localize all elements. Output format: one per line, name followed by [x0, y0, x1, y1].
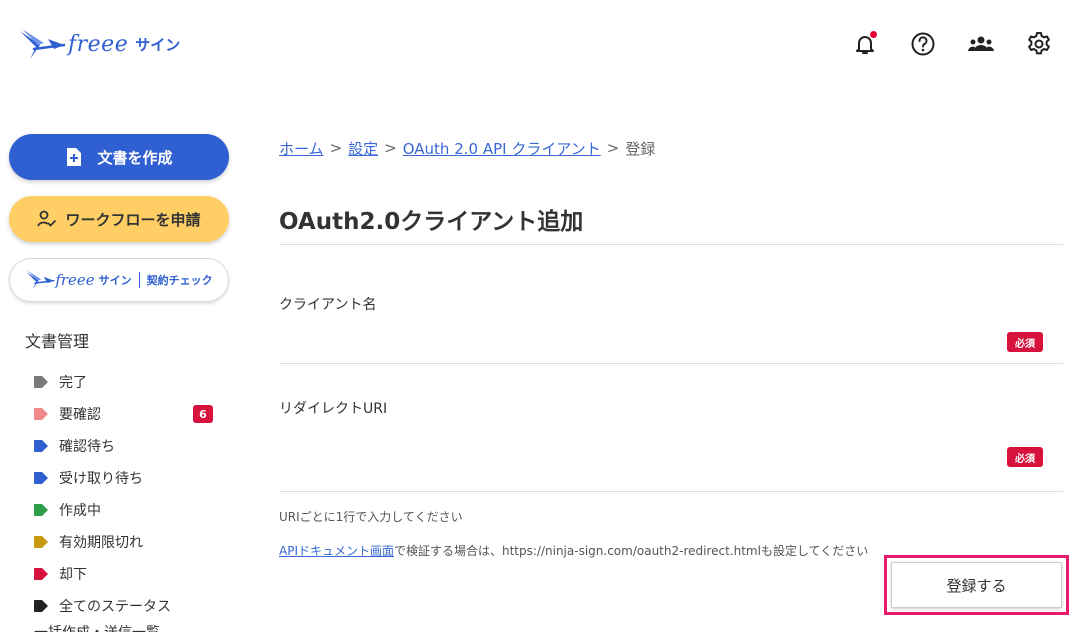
status-item-awaiting-receipt[interactable]: 受け取り待ち	[33, 462, 213, 494]
client-name-row: クライアント名 必須	[279, 245, 1063, 364]
sidebar: 文書を作成 ワークフローを申請 freee サイン 契約チェック 文書管理 完了…	[9, 134, 229, 622]
divider	[138, 272, 140, 288]
status-label: 有効期限切れ	[59, 535, 143, 551]
status-item-needs-review[interactable]: 要確認 6	[33, 398, 213, 430]
page-title: OAuth2.0クライアント追加	[279, 202, 1063, 245]
status-label: 却下	[59, 567, 87, 583]
workflow-request-label: ワークフローを申請	[65, 210, 201, 229]
status-label: 受け取り待ち	[59, 471, 143, 487]
tag-icon	[34, 440, 48, 452]
gear-icon	[1028, 32, 1050, 55]
users-button[interactable]	[963, 26, 999, 62]
api-doc-link[interactable]: APIドキュメント画面	[279, 544, 394, 558]
contract-check-logo-text: freee	[55, 271, 95, 289]
uri-input-note: URIごとに1行で入力してください	[279, 510, 463, 524]
tag-icon	[34, 536, 48, 548]
create-document-label: 文書を作成	[97, 148, 173, 167]
client-name-label: クライアント名	[279, 297, 377, 313]
status-label: 要確認	[59, 407, 101, 423]
status-item-expired[interactable]: 有効期限切れ	[33, 526, 213, 558]
breadcrumb: ホーム > 設定 > OAuth 2.0 API クライアント > 登録	[279, 134, 1063, 162]
document-management-heading: 文書管理	[25, 332, 90, 351]
help-button[interactable]	[905, 26, 941, 62]
notification-dot	[870, 31, 877, 38]
status-list: 完了 要確認 6 確認待ち 受け取り待ち 作成中 有効期限切れ 却下 全てのステ…	[33, 366, 229, 622]
logo-text: freee	[68, 31, 129, 57]
breadcrumb-oauth-link[interactable]: OAuth 2.0 API クライアント	[403, 138, 601, 159]
count-badge: 6	[193, 405, 213, 423]
redirect-uri-row: リダイレクトURI 必須	[279, 364, 1063, 492]
tag-icon	[34, 504, 48, 516]
document-plus-icon	[67, 148, 82, 166]
workflow-request-button[interactable]: ワークフローを申請	[9, 196, 229, 242]
breadcrumb-separator: >	[606, 139, 620, 157]
status-item-drafting[interactable]: 作成中	[33, 494, 213, 526]
settings-button[interactable]	[1021, 26, 1057, 62]
status-label: 全てのステータス	[59, 599, 171, 615]
breadcrumb-settings-link[interactable]: 設定	[348, 138, 378, 159]
breadcrumb-separator: >	[329, 139, 343, 157]
logo-sub: サイン	[135, 35, 181, 54]
notification-button[interactable]	[847, 26, 883, 62]
status-item-awaiting-confirmation[interactable]: 確認待ち	[33, 430, 213, 462]
bird-logo-icon	[26, 270, 55, 290]
tag-icon	[34, 600, 48, 612]
tag-icon	[34, 568, 48, 580]
help-icon	[911, 32, 935, 56]
status-label: 作成中	[59, 503, 101, 519]
status-item-all[interactable]: 全てのステータス	[33, 590, 213, 622]
api-doc-note-text: で検証する場合は、https://ninja-sign.com/oauth2-r…	[394, 544, 869, 558]
required-badge: 必須	[1007, 332, 1043, 352]
user-check-icon	[37, 210, 57, 227]
tag-icon	[34, 472, 48, 484]
freee-sign-logo[interactable]: freee サイン	[18, 24, 180, 64]
register-button[interactable]: 登録する	[891, 562, 1062, 608]
redirect-uri-label: リダイレクトURI	[279, 401, 388, 417]
create-document-button[interactable]: 文書を作成	[9, 134, 229, 180]
required-badge: 必須	[1007, 447, 1043, 467]
client-name-input[interactable]	[279, 325, 973, 355]
contract-check-label: 契約チェック	[146, 274, 213, 287]
status-item-completed[interactable]: 完了	[33, 366, 213, 398]
contract-check-logo-sub: サイン	[98, 274, 132, 287]
contract-check-button[interactable]: freee サイン 契約チェック	[9, 258, 229, 302]
redirect-uri-input[interactable]	[279, 442, 973, 472]
main-content: ホーム > 設定 > OAuth 2.0 API クライアント > 登録 OAu…	[279, 134, 1063, 559]
breadcrumb-separator: >	[384, 139, 397, 157]
status-label: 完了	[59, 375, 87, 391]
submit-highlight: 登録する	[884, 555, 1069, 615]
breadcrumb-current: 登録	[625, 139, 656, 158]
status-item-rejected[interactable]: 却下	[33, 558, 213, 590]
tag-icon	[34, 408, 48, 420]
header-icons	[847, 26, 1057, 62]
status-label: 確認待ち	[59, 439, 115, 455]
tag-icon	[34, 376, 48, 388]
users-icon	[968, 36, 994, 51]
bird-logo-icon	[20, 29, 66, 59]
sidebar-item-bulk-list[interactable]: 一括作成・送信一覧	[34, 622, 160, 632]
breadcrumb-home-link[interactable]: ホーム	[279, 138, 324, 159]
